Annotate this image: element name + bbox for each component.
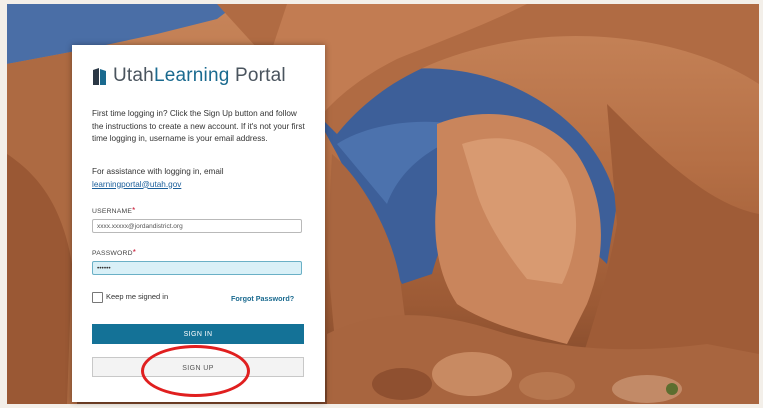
keep-signed-in-checkbox[interactable] — [92, 292, 103, 303]
password-label: PASSWORD* — [92, 248, 137, 257]
assistance-text: For assistance with logging in, email le… — [92, 166, 307, 191]
password-field[interactable] — [92, 261, 302, 275]
logo-word-portal: Portal — [234, 65, 286, 86]
logo-word-learning: Learning — [153, 65, 230, 86]
assistance-label: For assistance with logging in, email — [92, 167, 224, 176]
keep-signed-in-label[interactable]: Keep me signed in — [106, 292, 168, 301]
annotation-circle — [141, 345, 250, 397]
forgot-password-link[interactable]: Forgot Password? — [231, 294, 294, 303]
required-asterisk: * — [132, 206, 136, 215]
portal-logo-icon — [93, 67, 106, 85]
required-asterisk: * — [132, 248, 137, 257]
logo-word-utah: Utah — [113, 65, 154, 86]
support-email-link[interactable]: learningportal@utah.gov — [92, 180, 181, 189]
username-label: USERNAME* — [92, 206, 136, 215]
utah-learning-portal-logo: UtahLearning Portal — [92, 65, 286, 87]
sign-in-button[interactable]: SIGN IN — [92, 324, 304, 344]
intro-text: First time logging in? Click the Sign Up… — [92, 109, 305, 143]
username-field[interactable] — [92, 219, 302, 233]
